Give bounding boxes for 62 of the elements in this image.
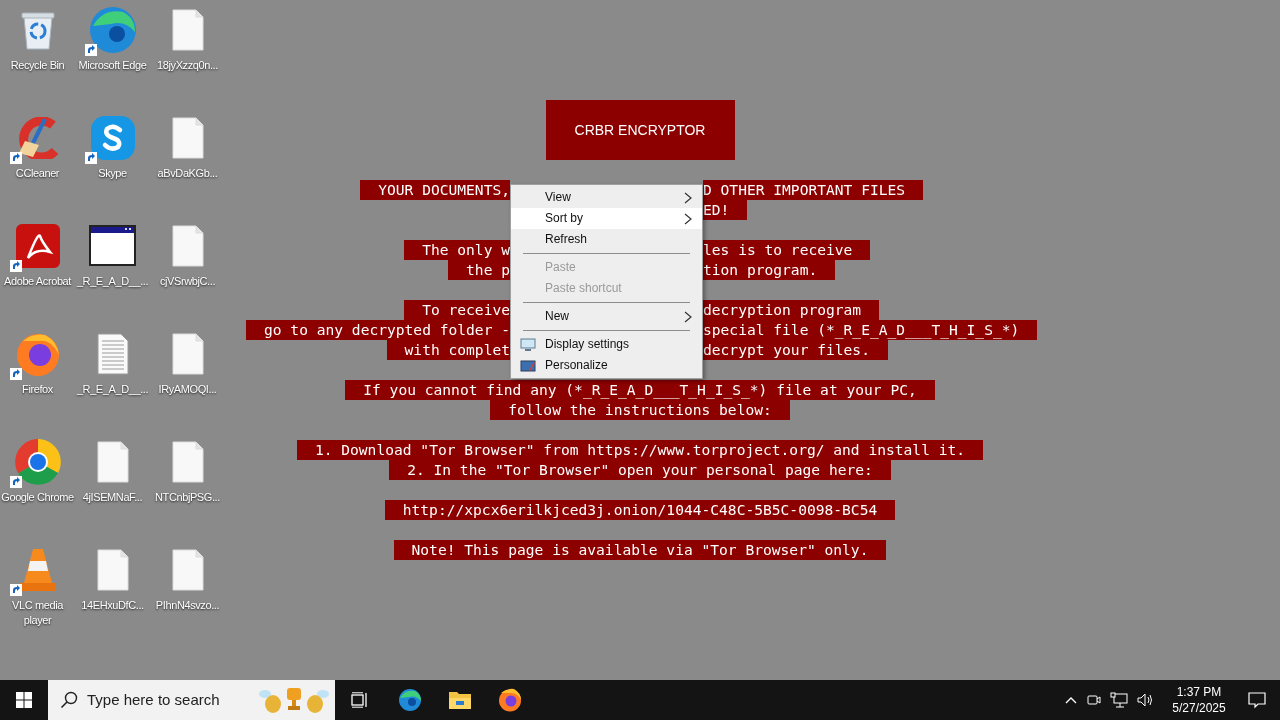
desktop-icon-label[interactable]: VLC media player: [0, 598, 75, 628]
chevron-right-icon: [684, 192, 692, 204]
desktop-icon-label[interactable]: 14EHxuDfC...: [75, 598, 150, 613]
desktop-icon-label[interactable]: Adobe Acrobat: [0, 274, 75, 289]
context-menu-item[interactable]: Personalize: [511, 355, 702, 376]
browser-icon: [88, 6, 137, 54]
task-view-icon: [351, 692, 369, 708]
text-document-icon: [96, 333, 129, 375]
context-menu-item[interactable]: Sort by: [511, 208, 702, 229]
browser-icon: [398, 688, 422, 712]
context-menu-item[interactable]: Display settings: [511, 334, 702, 355]
document-icon: [171, 9, 204, 51]
chevron-up-icon[interactable]: [1065, 696, 1077, 704]
chevron-right-icon: [684, 213, 692, 225]
context-menu-item[interactable]: Refresh: [511, 229, 702, 250]
desktop-icon-label[interactable]: NTCnbjPSG...: [150, 490, 225, 505]
desktop-icon-label[interactable]: IRyAMOQI...: [150, 382, 225, 397]
clock-date: 5/27/2025: [1172, 700, 1226, 716]
desktop-icon-label[interactable]: Recycle Bin: [0, 58, 75, 73]
clock-time: 1:37 PM: [1176, 684, 1222, 700]
search-input[interactable]: Type here to search: [87, 688, 247, 712]
document-icon: [96, 441, 129, 483]
document-icon: [171, 441, 204, 483]
folder-icon: [448, 690, 472, 710]
volume-icon[interactable]: [1136, 692, 1154, 708]
desktop-icon-label[interactable]: Skype: [75, 166, 150, 181]
browser-icon: [498, 688, 522, 712]
window-icon: [88, 225, 137, 267]
document-icon: [96, 549, 129, 591]
search-icon: [60, 691, 78, 709]
desktop-icon-label[interactable]: Google Chrome: [0, 490, 75, 505]
chevron-right-icon: [684, 311, 692, 323]
document-icon: [171, 117, 204, 159]
context-menu-item[interactable]: New: [511, 306, 702, 327]
traffic-cone-icon: [17, 547, 58, 593]
document-icon: [171, 333, 204, 375]
camera-icon[interactable]: [1086, 692, 1102, 708]
desktop-icon-label[interactable]: 4jISEMNaF...: [75, 490, 150, 505]
search-field[interactable]: Type here to search: [48, 680, 335, 720]
desktop-icon-label[interactable]: PIhnN4svzo...: [150, 598, 225, 613]
desktop-icon-label[interactable]: cjVSrwbjC...: [150, 274, 225, 289]
desktop-icon-label[interactable]: _R_E_A_D__...: [75, 274, 150, 289]
pdf-app-icon: [15, 224, 60, 268]
desktop-icon-label[interactable]: Microsoft Edge: [75, 58, 150, 73]
speech-bubble-icon: [1248, 691, 1266, 709]
clock[interactable]: 1:37 PM 5/27/2025: [1164, 684, 1234, 716]
browser-icon: [13, 438, 62, 486]
ransom-note-title: CRBR ENCRYPTOR: [545, 100, 735, 160]
document-icon: [171, 549, 204, 591]
network-icon[interactable]: [1110, 692, 1128, 708]
windows-logo-icon: [16, 692, 32, 708]
personalize-icon: [520, 359, 536, 373]
browser-icon: [14, 331, 61, 377]
monitor-icon: [520, 338, 536, 352]
desktop-icon-label[interactable]: _R_E_A_D__...: [75, 382, 150, 397]
desktop-icon-label[interactable]: 18jyXzzq0n...: [150, 58, 225, 73]
context-menu-item[interactable]: View: [511, 187, 702, 208]
document-icon: [171, 225, 204, 267]
chat-app-icon: [90, 116, 135, 160]
desktop-icon-label[interactable]: Firefox: [0, 382, 75, 397]
desktop-icon-label[interactable]: aBvDaKGb...: [150, 166, 225, 181]
desktop-icon-label[interactable]: CCleaner: [0, 166, 75, 181]
